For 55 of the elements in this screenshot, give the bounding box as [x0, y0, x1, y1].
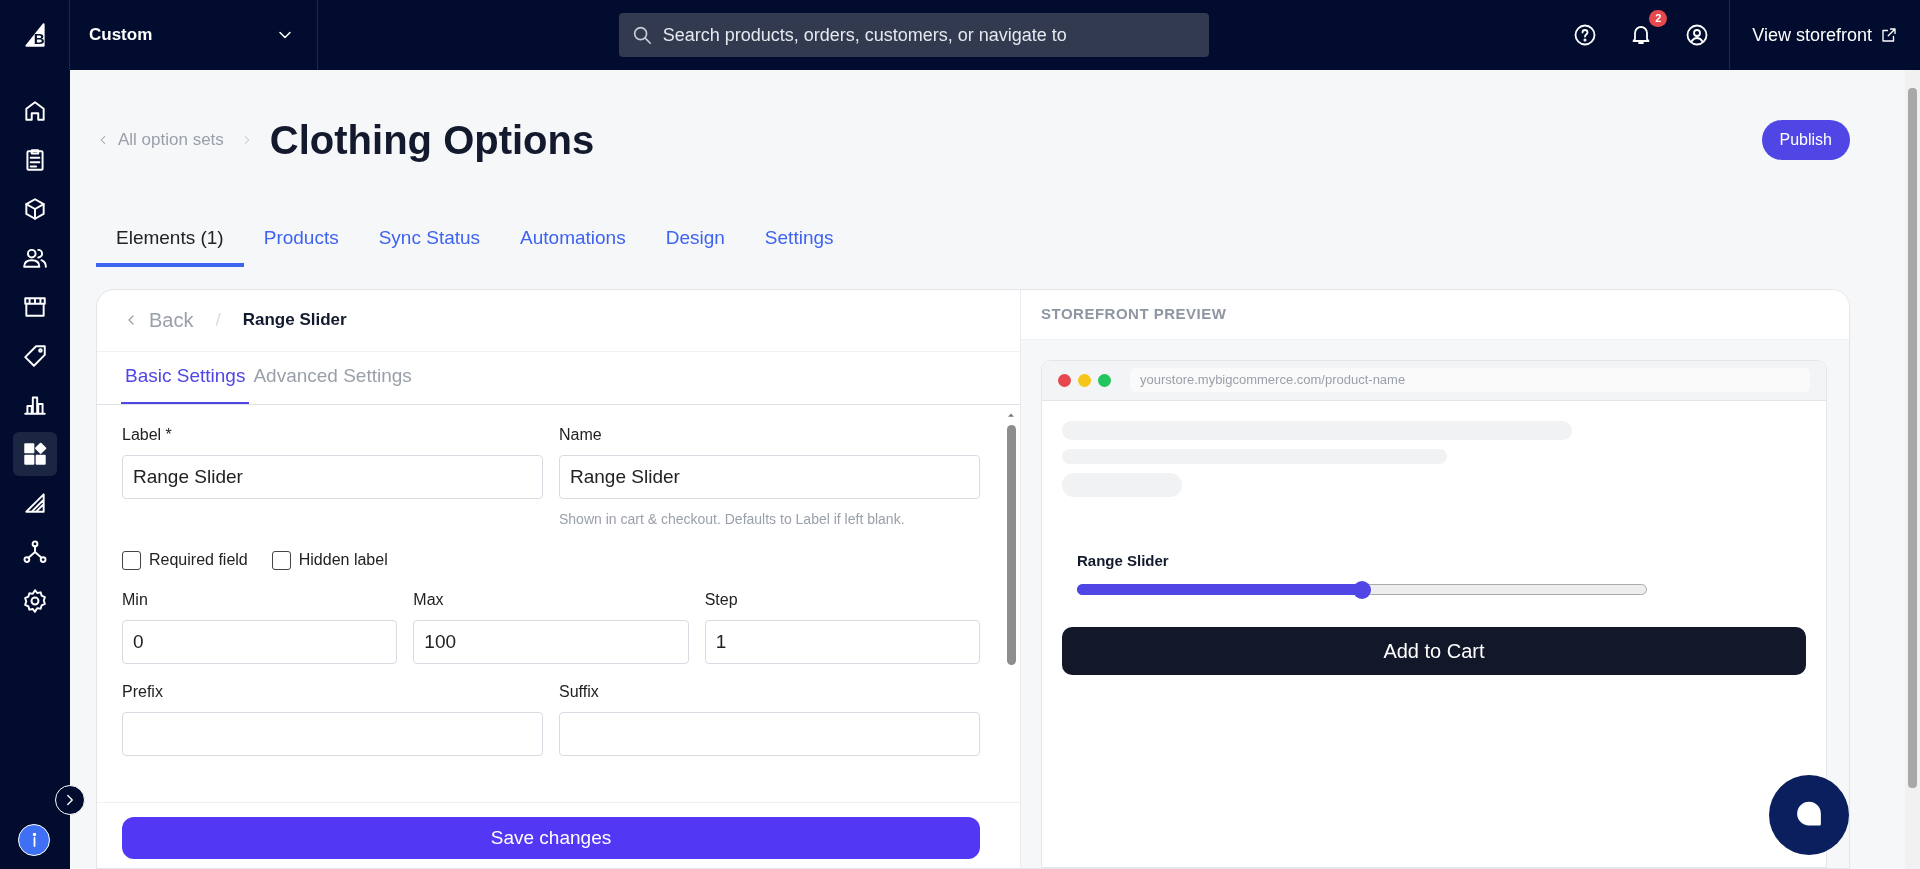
checkbox-label: Hidden label: [298, 550, 388, 570]
external-link-icon: [1880, 26, 1898, 44]
info-icon: [31, 833, 37, 847]
input-field[interactable]: 0: [122, 620, 398, 664]
apps-icon: [22, 440, 48, 467]
input-field[interactable]: Range Slider: [559, 455, 980, 499]
input-field[interactable]: [122, 712, 543, 756]
field-label: Min: [122, 590, 149, 610]
slider-thumb[interactable]: [1353, 580, 1371, 599]
window-dot: [1078, 373, 1091, 387]
expand-button[interactable]: [55, 785, 85, 815]
help-icon: [1573, 23, 1598, 47]
input-field[interactable]: 1: [704, 620, 980, 664]
input-field[interactable]: Range Slider: [122, 455, 543, 499]
window-dot: [1058, 373, 1071, 387]
checkbox[interactable]: [271, 550, 291, 570]
sidebar-item[interactable]: [13, 431, 57, 476]
network-icon: [22, 538, 48, 565]
gear-icon: [22, 587, 48, 614]
checkbox-label: Required field: [149, 550, 248, 570]
input-field[interactable]: 100: [413, 620, 689, 664]
field-label: Max: [413, 590, 445, 610]
window-dot: [1098, 373, 1111, 387]
tab[interactable]: Products: [243, 216, 359, 267]
cube-icon: [22, 195, 48, 222]
field-label: Suffix: [559, 682, 600, 702]
input-field[interactable]: [559, 712, 980, 756]
checkbox[interactable]: [122, 550, 141, 570]
field-label: Label *: [122, 425, 173, 445]
settings-tab[interactable]: Basic Settings: [121, 351, 250, 404]
breadcrumb-separator: /: [215, 307, 221, 332]
publish-button[interactable]: Publish: [1761, 120, 1850, 160]
view-storefront-link[interactable]: View storefront: [1729, 0, 1920, 70]
tab[interactable]: Automations: [500, 216, 646, 267]
add-to-cart-button[interactable]: Add to Cart: [1062, 627, 1806, 675]
tag-icon: [22, 342, 48, 369]
search-field[interactable]: Search products, orders, customers, or navigate to: [618, 13, 1209, 57]
tab[interactable]: Settings: [744, 216, 854, 267]
panel-heading: STOREFRONT PREVIEW: [1041, 303, 1227, 324]
save-changes-button[interactable]: Save changes: [122, 817, 980, 859]
help-text: Shown in cart & checkout. Defaults to Label if left blank.: [559, 510, 906, 529]
slider-label: Range Slider: [1077, 550, 1170, 571]
tab[interactable]: Design: [645, 216, 745, 267]
store-selector[interactable]: Custom: [70, 0, 318, 70]
field-label: Prefix: [122, 682, 164, 702]
tab[interactable]: Elements (1): [96, 216, 244, 267]
tab[interactable]: Sync Status: [358, 216, 501, 267]
notification-badge: 2: [1649, 9, 1668, 27]
user-icon: [1685, 23, 1710, 47]
info-button[interactable]: [18, 824, 50, 856]
page-title: Clothing Options: [269, 117, 595, 164]
address-bar: yourstore.mybigcommerce.com/product-name: [1130, 368, 1810, 392]
field-label: Name: [559, 425, 603, 445]
field-label: Step: [704, 590, 739, 610]
current-element: Range Slider: [242, 309, 347, 332]
